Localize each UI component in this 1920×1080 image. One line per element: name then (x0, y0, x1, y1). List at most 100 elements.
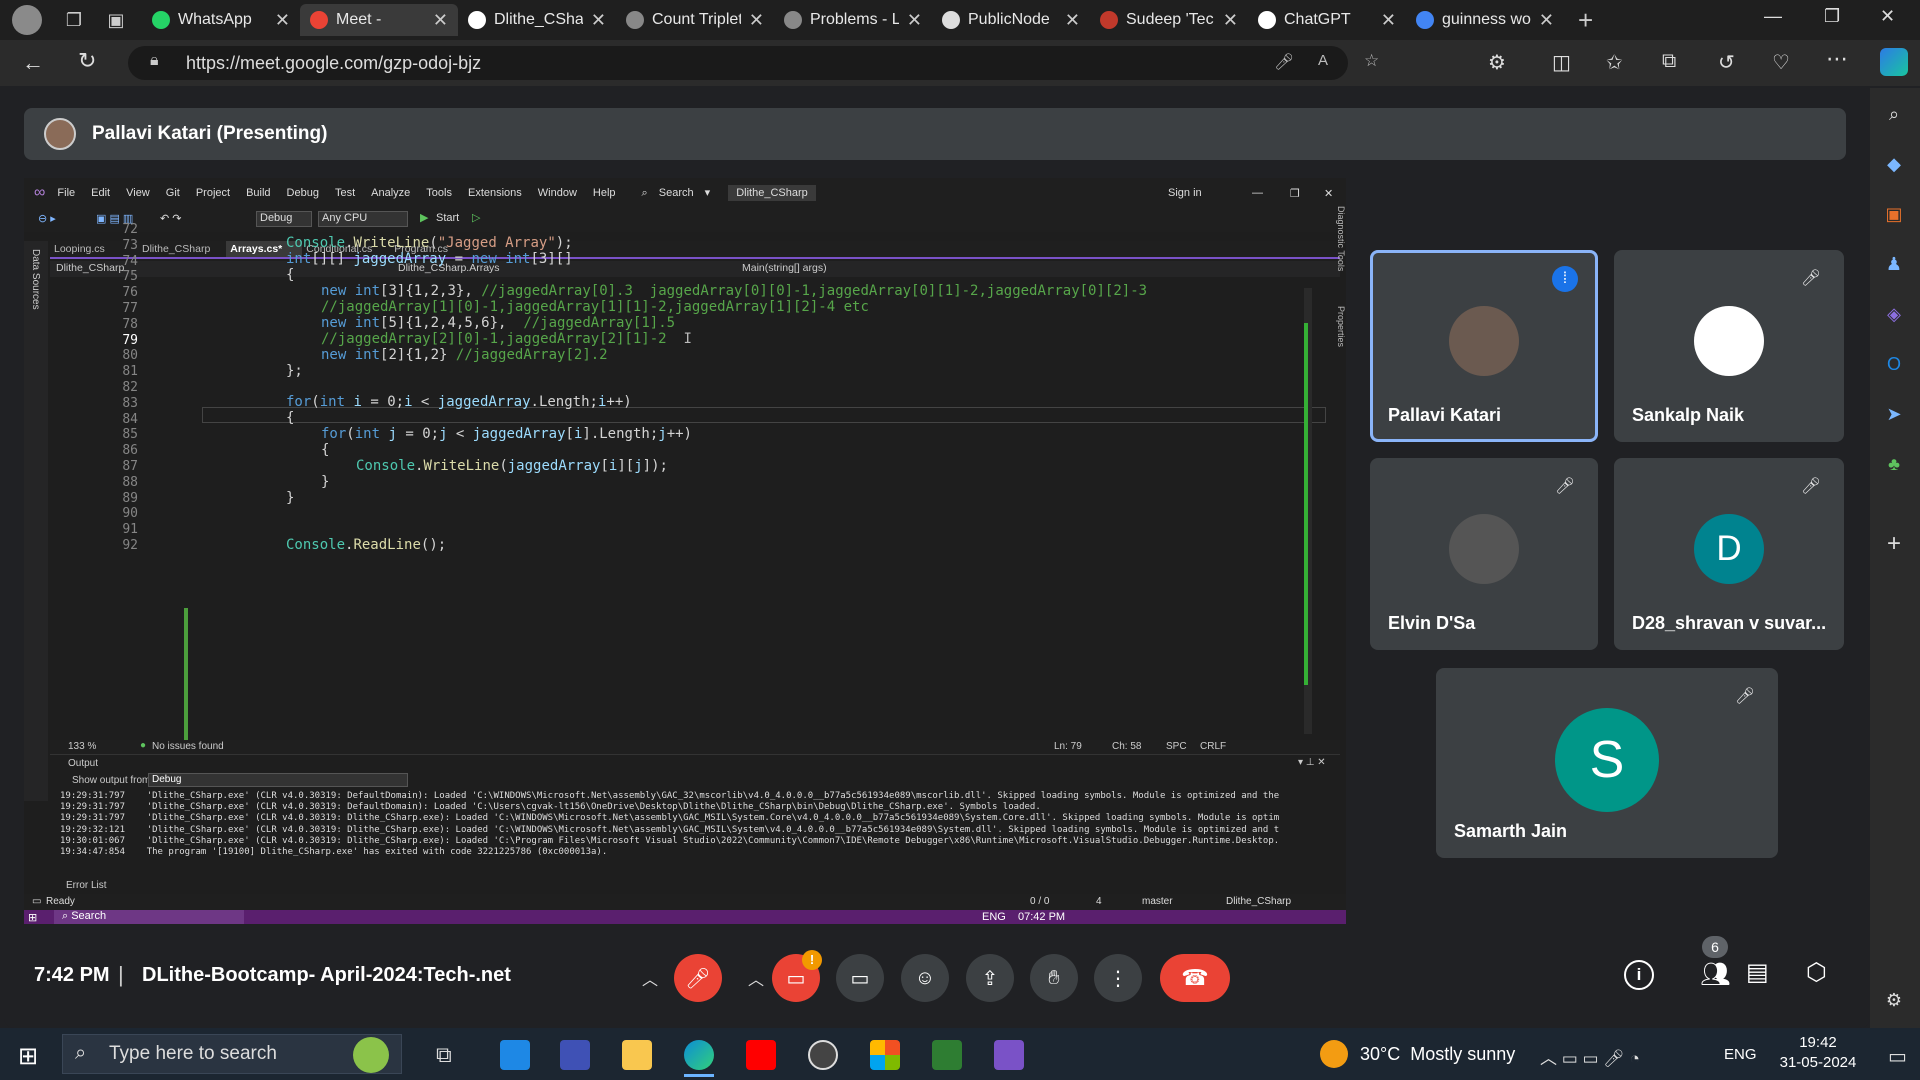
copilot-icon[interactable] (1880, 48, 1908, 76)
tab-close-icon[interactable]: ✕ (1381, 10, 1396, 31)
reactions-button[interactable]: ☺ (901, 954, 949, 1002)
participant-tile[interactable]: Sankalp Naik 🎤︎ (1614, 250, 1844, 442)
status-errors[interactable]: 0 / 0 (1030, 896, 1049, 907)
error-list-tab[interactable]: Error List (50, 878, 1340, 894)
data-sources-tab[interactable]: Data Sources (24, 241, 47, 318)
vs-menu-item[interactable]: File (49, 187, 83, 199)
excel-icon[interactable] (932, 1040, 962, 1070)
mail-app-icon[interactable] (500, 1040, 530, 1070)
participant-tile[interactable]: Elvin D'Sa 🎤︎ (1370, 458, 1598, 650)
pen-app-icon[interactable] (560, 1040, 590, 1070)
vs-undo-icon[interactable]: ↶ ↷ (160, 212, 182, 225)
read-aloud-icon[interactable]: A (1318, 52, 1328, 69)
tab-close-icon[interactable]: ✕ (749, 10, 764, 31)
vs-maximize-icon[interactable]: ❐ (1282, 187, 1308, 200)
more-menu-icon[interactable]: ⋯ (1826, 46, 1848, 72)
tab-actions-icon[interactable]: ▣ (104, 10, 128, 31)
workspaces-icon[interactable]: ❐ (62, 10, 86, 31)
browser-tab[interactable]: WhatsApp ✕ (142, 4, 300, 36)
captions-button[interactable]: ▭ (836, 954, 884, 1002)
edge-settings-icon[interactable]: ⚙ (1880, 986, 1908, 1014)
chat-icon[interactable]: ▤ (1746, 958, 1769, 987)
notifications-icon[interactable]: ▭ (1888, 1044, 1907, 1069)
status-repo[interactable]: Dlithe_CSharp (1226, 896, 1291, 907)
indent-mode[interactable]: SPC (1166, 741, 1187, 752)
vs-start-icon[interactable]: ▶ (420, 211, 428, 224)
extensions-icon[interactable]: ⚙ (1488, 50, 1506, 75)
back-icon[interactable]: ← (22, 50, 44, 76)
zoom-level[interactable]: 133 % (68, 741, 96, 752)
meeting-info-icon[interactable]: i (1624, 960, 1654, 990)
edge-add-icon[interactable]: + (1880, 530, 1908, 558)
browser-tab[interactable]: Dlithe_CShar ✕ (458, 4, 616, 36)
new-tab-icon[interactable]: + (1578, 5, 1593, 36)
vs-menu-item[interactable]: Help (585, 187, 624, 199)
audio-options-icon[interactable]: ︿ (642, 966, 658, 990)
edge-browser-icon[interactable] (684, 1040, 714, 1070)
weather-text[interactable]: 30°C Mostly sunny (1360, 1044, 1515, 1065)
vs-platform-select[interactable]: Any CPU (318, 211, 408, 227)
browser-tab[interactable]: Meet - ✕ (300, 4, 458, 36)
vs-menu-item[interactable]: Debug (279, 187, 327, 199)
output-close-icon[interactable]: ▾ ⊥ ✕ (1298, 757, 1326, 768)
vs-menu-item[interactable]: Window (530, 187, 585, 199)
task-view-icon[interactable]: ⧉ (436, 1042, 452, 1068)
properties-tab[interactable]: Properties (1328, 298, 1346, 418)
edge-search-icon[interactable]: ⌕ (1880, 100, 1908, 128)
vs-config-select[interactable]: Debug (256, 211, 312, 227)
issues-status[interactable]: No issues found (152, 741, 224, 752)
profile-avatar[interactable] (12, 5, 42, 35)
status-branch[interactable]: master (1142, 896, 1173, 907)
present-button[interactable]: ⇪ (966, 954, 1014, 1002)
activities-icon[interactable]: ⬡ (1806, 958, 1827, 987)
vs-document-tab[interactable]: Dlithe_CSharp (138, 241, 226, 257)
vs-menu-item[interactable]: Analyze (363, 187, 418, 199)
edge-tools-icon[interactable]: ▣ (1880, 200, 1908, 228)
video-options-icon[interactable]: ︿ (748, 966, 764, 990)
line-endings[interactable]: CRLF (1200, 741, 1226, 752)
edge-outlook-icon[interactable]: O (1880, 350, 1908, 378)
vs-minimize-icon[interactable]: — (1244, 187, 1271, 199)
tab-close-icon[interactable]: ✕ (1539, 10, 1554, 31)
browser-tab[interactable]: PublicNode ✕ (932, 4, 1090, 36)
tab-close-icon[interactable]: ✕ (1065, 10, 1080, 31)
lock-icon[interactable]: 🔒︎ (150, 52, 159, 70)
performance-icon[interactable]: ♡ (1772, 50, 1790, 75)
windows-start-icon[interactable]: ⊞ (18, 1042, 38, 1071)
visual-studio-icon[interactable] (994, 1040, 1024, 1070)
people-icon[interactable]: 👥︎ (1700, 960, 1730, 989)
vs-menu-item[interactable]: View (118, 187, 158, 199)
maximize-icon[interactable]: ❐ (1824, 6, 1840, 27)
leave-call-button[interactable]: ☎︎ (1160, 954, 1230, 1002)
tray-icons[interactable]: ︿ ▭ ▭ 🎤︎ ◔ (1540, 1044, 1640, 1069)
participant-tile[interactable]: D D28_shravan v suvar... 🎤︎ (1614, 458, 1844, 650)
microphone-icon[interactable]: 🎤︎ (1274, 52, 1294, 72)
browser-tab[interactable]: Sudeep 'Tec ✕ (1090, 4, 1248, 36)
tab-close-icon[interactable]: ✕ (907, 10, 922, 31)
more-options-button[interactable]: ⋮ (1094, 954, 1142, 1002)
output-source-select[interactable]: Debug (148, 773, 408, 787)
vs-menu-item[interactable]: Build (238, 187, 278, 199)
vs-back-icon[interactable]: ⊖ ▸ (38, 212, 56, 225)
media-player-icon[interactable] (808, 1040, 838, 1070)
tab-close-icon[interactable]: ✕ (275, 10, 290, 31)
tab-close-icon[interactable]: ✕ (1223, 10, 1238, 31)
store-icon[interactable] (870, 1040, 900, 1070)
vs-menu-item[interactable]: Git (158, 187, 188, 199)
raise-hand-button[interactable]: ✋︎ (1030, 954, 1078, 1002)
minimize-icon[interactable]: — (1764, 6, 1782, 27)
browser-tab[interactable]: ChatGPT ✕ (1248, 4, 1406, 36)
browser-tab[interactable]: Count Triplet ✕ (616, 4, 774, 36)
youtube-icon[interactable] (746, 1040, 776, 1070)
favorite-star-icon[interactable]: ☆ (1364, 51, 1379, 71)
file-explorer-icon[interactable] (622, 1040, 652, 1070)
refresh-icon[interactable]: ↻ (78, 48, 96, 74)
close-window-icon[interactable]: ✕ (1880, 6, 1895, 27)
vs-start-without-debug-icon[interactable]: ▷ (472, 211, 480, 224)
taskbar-search[interactable]: ⌕ Type here to search (62, 1034, 402, 1074)
edge-games-icon[interactable]: ♟ (1880, 250, 1908, 278)
collections-icon[interactable]: ⧉ (1662, 50, 1676, 73)
browser-tab[interactable]: Problems - L ✕ (774, 4, 932, 36)
edge-copilot-icon[interactable]: ◈ (1880, 300, 1908, 328)
browser-tab[interactable]: guinness wo ✕ (1406, 4, 1564, 36)
